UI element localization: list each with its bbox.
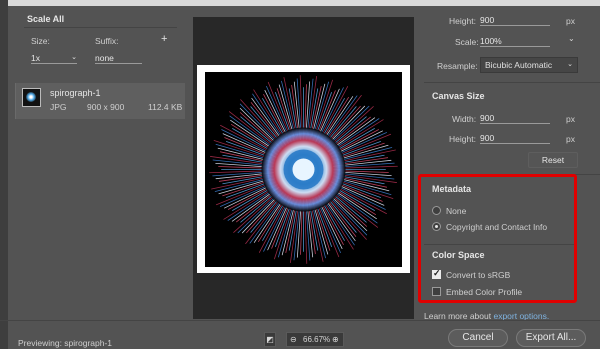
export-all-button[interactable]: Export All... [516, 329, 586, 347]
scale-chevron-icon[interactable]: ⌄ [568, 34, 575, 43]
divider [424, 82, 600, 83]
asset-filesize: 112.4 KB [148, 102, 183, 112]
scale-label: Scale: [455, 37, 479, 47]
image-height-label: Height: [449, 16, 476, 26]
canvas-width-value: 900 [480, 113, 495, 123]
suffix-input[interactable]: none [95, 52, 142, 64]
asset-dimensions: 900 x 900 [87, 102, 125, 112]
previewing-text: Previewing: spirograph-1 [18, 338, 113, 348]
asset-format: JPG [50, 102, 67, 112]
resample-value: Bicubic Automatic [485, 60, 553, 70]
size-select[interactable]: 1x ⌄ [31, 52, 77, 64]
canvas-width-unit: px [566, 114, 575, 124]
suffix-label: Suffix: [95, 36, 119, 46]
preview-image [205, 72, 402, 267]
left-edge [0, 0, 8, 349]
divider [0, 320, 600, 321]
reset-button[interactable]: Reset [528, 152, 578, 168]
spirograph-image [209, 75, 398, 264]
resample-select[interactable]: Bicubic Automatic ⌄ [480, 57, 578, 73]
scale-select[interactable]: 100% [480, 35, 550, 47]
canvas-height-input[interactable]: 900 [480, 132, 550, 144]
thumbnail-image [26, 92, 36, 102]
highlight-box [418, 174, 577, 303]
zoom-out-icon[interactable]: ⊖ [290, 333, 297, 346]
chevron-down-icon: ⌄ [567, 61, 573, 68]
add-scale-button[interactable]: + [161, 33, 167, 45]
fit-icon: ◩ [266, 335, 274, 344]
size-label: Size: [31, 36, 50, 46]
zoom-value: 66.67% [303, 335, 331, 344]
image-height-input[interactable]: 900 [480, 14, 550, 26]
canvas-width-label: Width: [452, 114, 477, 124]
suffix-placeholder: none [95, 53, 114, 63]
canvas-height-label: Height: [449, 134, 476, 144]
fit-view-button[interactable]: ◩ [264, 332, 276, 347]
chevron-down-icon: ⌄ [71, 54, 77, 61]
scale-all-title: Scale All [27, 14, 65, 24]
image-height-value: 900 [480, 15, 495, 25]
image-height-unit: px [566, 16, 575, 26]
canvas-height-unit: px [566, 134, 575, 144]
zoom-control[interactable]: ⊖ 66.67% ⊕ [286, 332, 344, 347]
divider [24, 27, 177, 28]
scale-value: 100% [480, 36, 502, 46]
zoom-in-icon[interactable]: ⊕ [332, 333, 339, 346]
canvas-height-value: 900 [480, 133, 495, 143]
asset-name: spirograph-1 [50, 88, 101, 98]
size-value: 1x [31, 53, 40, 63]
resample-label: Resample: [437, 61, 478, 71]
canvas-size-title: Canvas Size [432, 91, 485, 101]
canvas-width-input[interactable]: 900 [480, 112, 550, 124]
cancel-button[interactable]: Cancel [448, 329, 508, 347]
